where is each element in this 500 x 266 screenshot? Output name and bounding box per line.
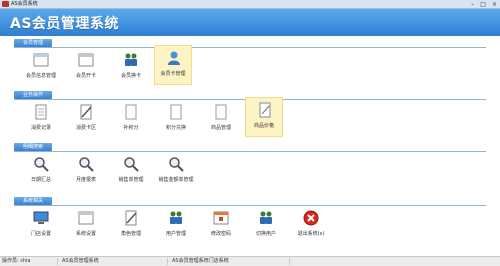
maximize-button[interactable]: □ bbox=[480, 0, 486, 9]
section-tab: 明细搜索 bbox=[14, 143, 53, 151]
status-store: AS会员管理系统门店系统 bbox=[170, 258, 290, 265]
app-icon bbox=[2, 1, 9, 7]
item-consume-card-area[interactable]: 消费卡区 bbox=[67, 100, 105, 140]
window-titlebar: AS会员系统 – □ × bbox=[0, 0, 500, 9]
section-system: 系统相关 门店设置 系统设置 角色管理 用户管理 修改密码 切换用户 退出系统(… bbox=[14, 197, 486, 247]
section-detail-search: 明细搜索 日期汇总 月度报表 销售单管理 销售金额单管理 bbox=[14, 143, 486, 191]
search-icon bbox=[34, 157, 49, 172]
search-icon bbox=[169, 157, 184, 172]
item-points-exchange[interactable]: 积分兑换 bbox=[157, 100, 195, 140]
item-member-card-management[interactable]: 会员卡管理 bbox=[154, 45, 192, 85]
item-exit-system[interactable]: 退出系统(x) bbox=[292, 206, 330, 246]
item-member-change-card[interactable]: 会员换卡 bbox=[112, 48, 150, 88]
window-icon bbox=[78, 211, 94, 225]
item-sales-order-management[interactable]: 销售单管理 bbox=[112, 152, 150, 192]
document-icon bbox=[215, 104, 227, 120]
item-date-summary[interactable]: 日期汇总 bbox=[22, 152, 60, 192]
item-member-info[interactable]: 会员信息管理 bbox=[22, 48, 60, 88]
item-store-settings[interactable]: 门店设置 bbox=[22, 206, 60, 246]
user-icon bbox=[168, 51, 180, 65]
search-icon bbox=[79, 157, 94, 172]
status-operator: 操作员: shia bbox=[0, 258, 58, 265]
status-system: AS会员管理系统 bbox=[60, 258, 168, 265]
item-user-management[interactable]: 用户管理 bbox=[157, 206, 195, 246]
app-title: AS会员管理系统 bbox=[10, 16, 119, 32]
item-product-management[interactable]: 商品管理 bbox=[202, 100, 240, 140]
pen-icon bbox=[125, 210, 137, 226]
app-header: AS会员管理系统 bbox=[0, 9, 500, 36]
pen-icon bbox=[80, 104, 92, 120]
window-icon bbox=[78, 53, 94, 67]
section-business-operations: 业务操作 消费记录 消费卡区 补积分 积分兑换 商品管理 商品价格 bbox=[14, 91, 486, 139]
item-product-price[interactable]: 商品价格 bbox=[245, 97, 283, 137]
users-icon bbox=[125, 53, 137, 66]
item-role-management[interactable]: 角色管理 bbox=[112, 206, 150, 246]
document-icon bbox=[170, 104, 182, 120]
document-edit-icon bbox=[259, 102, 271, 118]
window-icon bbox=[33, 53, 49, 67]
document-icon bbox=[35, 104, 47, 120]
calendar-icon bbox=[213, 211, 229, 225]
section-tab: 系统相关 bbox=[14, 197, 53, 205]
item-change-password[interactable]: 修改密码 bbox=[202, 206, 240, 246]
section-member-management: 会员管理 会员信息管理 会员开卡 会员换卡 会员卡管理 bbox=[14, 39, 486, 87]
section-tab: 业务操作 bbox=[14, 91, 53, 99]
document-icon bbox=[125, 104, 137, 120]
search-icon bbox=[124, 157, 139, 172]
close-icon bbox=[303, 210, 319, 226]
item-consume-record[interactable]: 消费记录 bbox=[22, 100, 60, 140]
users-icon bbox=[170, 211, 182, 224]
item-switch-user[interactable]: 切换用户 bbox=[247, 206, 285, 246]
close-button[interactable]: × bbox=[492, 0, 497, 9]
item-system-settings[interactable]: 系统设置 bbox=[67, 206, 105, 246]
section-tab: 会员管理 bbox=[14, 39, 53, 47]
item-add-points[interactable]: 补积分 bbox=[112, 100, 150, 140]
item-monthly-report[interactable]: 月度报表 bbox=[67, 152, 105, 192]
item-member-open-card[interactable]: 会员开卡 bbox=[67, 48, 105, 88]
status-bar: 操作员: shia AS会员管理系统 AS会员管理系统门店系统 bbox=[0, 256, 500, 266]
window-title: AS会员系统 bbox=[11, 1, 38, 7]
users-icon bbox=[260, 211, 272, 224]
item-sales-amount-management[interactable]: 销售金额单管理 bbox=[157, 152, 195, 192]
monitor-icon bbox=[33, 211, 49, 224]
minimize-button[interactable]: – bbox=[471, 0, 474, 9]
